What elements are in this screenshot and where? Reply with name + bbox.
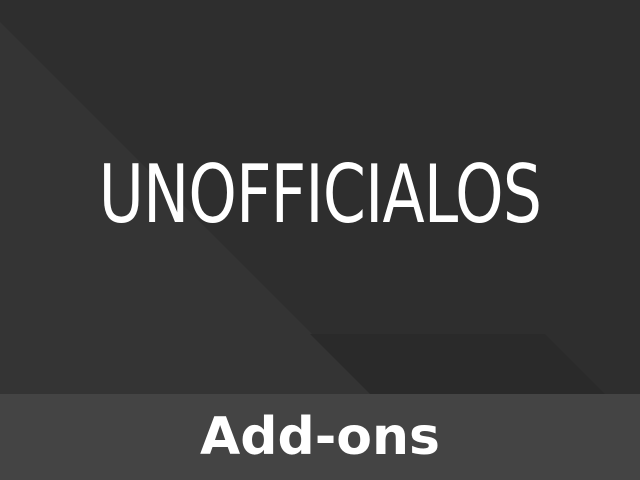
tile-label: Add-ons: [200, 407, 440, 467]
logo-wordmark: UNOFFICIALOS: [98, 148, 542, 241]
tile-label-bar: Add-ons: [0, 394, 640, 480]
addon-tile[interactable]: UNOFFICIALOS Add-ons: [0, 0, 640, 480]
